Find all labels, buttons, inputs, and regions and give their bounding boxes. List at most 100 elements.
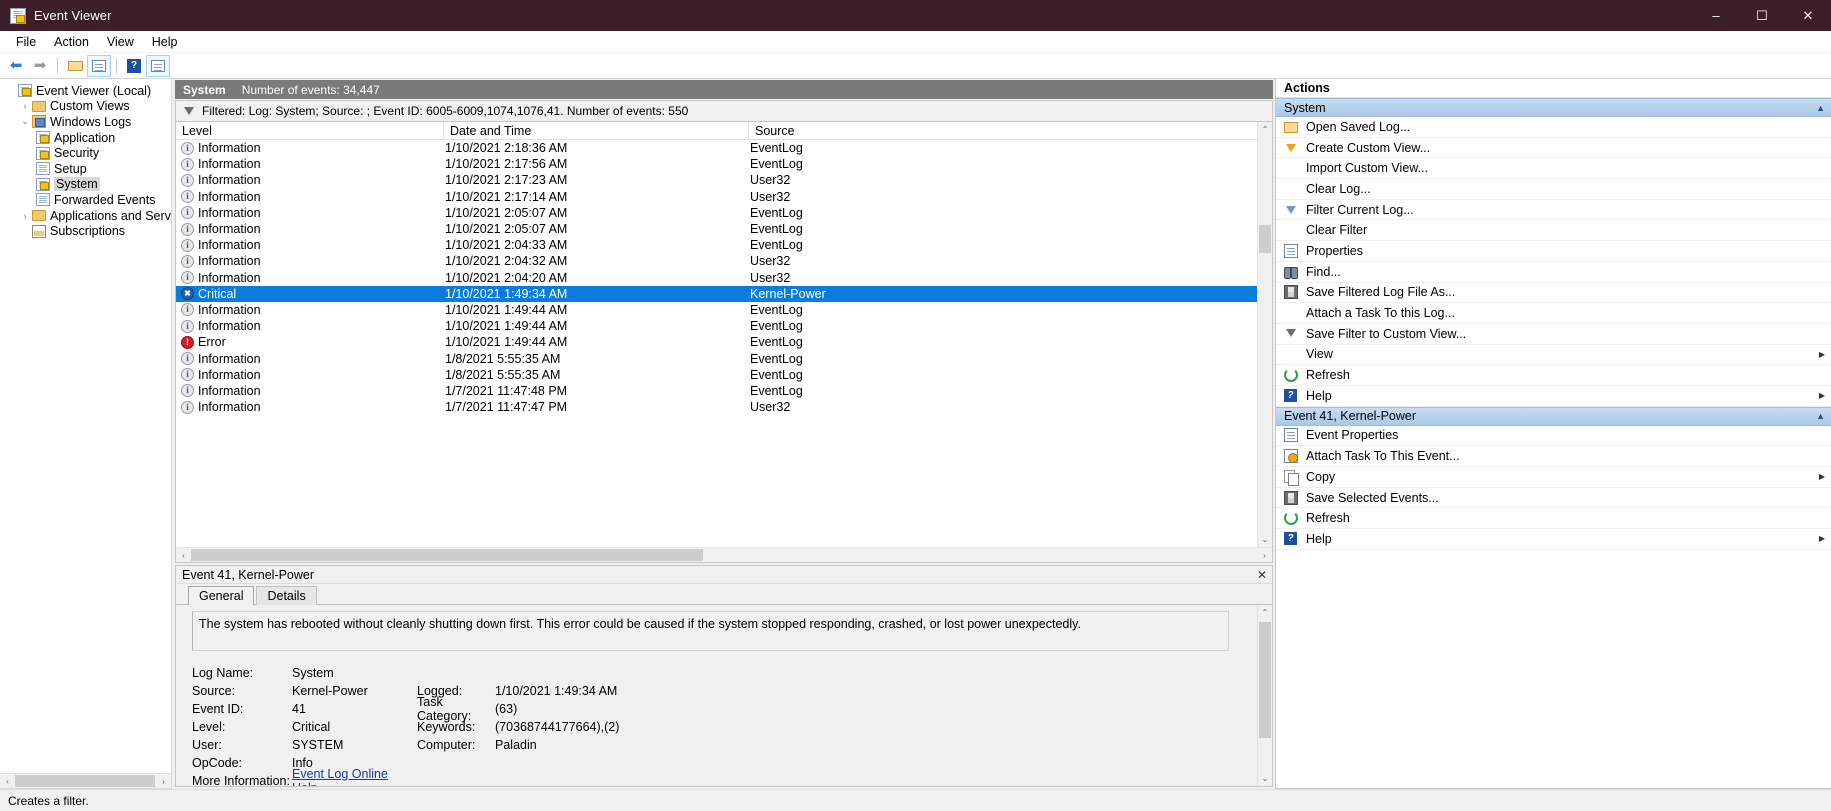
actions-group-system[interactable]: System ▲	[1276, 98, 1831, 117]
table-row[interactable]: i Information 1/7/2021 11:47:47 PM User3…	[176, 399, 1257, 415]
scroll-left-icon[interactable]: ‹	[0, 777, 15, 786]
show-console-tree-icon[interactable]	[87, 54, 111, 77]
column-header-level[interactable]: Level	[176, 122, 444, 139]
action-import-custom-view[interactable]: Import Custom View...	[1276, 158, 1831, 180]
back-icon[interactable]: ⬅	[4, 55, 28, 77]
event-log-online-help-link[interactable]: Event Log Online Help	[292, 767, 417, 786]
scroll-thumb[interactable]	[1259, 622, 1271, 738]
actions-group-event[interactable]: Event 41, Kernel-Power ▲	[1276, 406, 1831, 426]
table-row[interactable]: i Information 1/7/2021 11:47:48 PM Event…	[176, 383, 1257, 399]
collapse-icon[interactable]: ▲	[1816, 103, 1825, 113]
menu-file[interactable]: File	[7, 33, 45, 51]
action-create-custom-view[interactable]: Create Custom View...	[1276, 137, 1831, 159]
action-attach-task-to-this-event[interactable]: Attach Task To This Event...	[1276, 446, 1831, 467]
scroll-up-icon[interactable]: ⌃	[1258, 605, 1272, 620]
table-row[interactable]: i Information 1/10/2021 2:17:56 AM Event…	[176, 156, 1257, 172]
scroll-left-icon[interactable]: ‹	[176, 551, 191, 560]
column-header-source[interactable]: Source	[749, 122, 1257, 139]
table-row[interactable]: i Information 1/10/2021 2:04:32 AM User3…	[176, 253, 1257, 269]
menu-view[interactable]: View	[98, 33, 143, 51]
scroll-thumb[interactable]	[1259, 225, 1271, 253]
table-row[interactable]: i Information 1/10/2021 2:04:20 AM User3…	[176, 270, 1257, 286]
maximize-button[interactable]: ☐	[1739, 0, 1785, 31]
scroll-track[interactable]	[1258, 620, 1272, 771]
action-attach-a-task-to-this-log[interactable]: Attach a Task To this Log...	[1276, 303, 1831, 324]
scroll-track[interactable]	[1258, 137, 1272, 532]
tree-item-forwarded-events[interactable]: Forwarded Events	[0, 192, 171, 208]
action-save-filter-to-custom-view[interactable]: Save Filter to Custom View...	[1276, 323, 1831, 345]
submenu-arrow-icon[interactable]: ▶	[1813, 534, 1831, 543]
help-icon[interactable]: ?	[122, 55, 146, 77]
filter-status-bar[interactable]: Filtered: Log: System; Source: ; Event I…	[175, 100, 1273, 122]
table-row-selected[interactable]: ✖ Critical 1/10/2021 1:49:34 AM Kernel-P…	[176, 285, 1257, 302]
table-row[interactable]: i Information 1/8/2021 5:55:35 AM EventL…	[176, 350, 1257, 366]
tree-horizontal-scrollbar[interactable]: ‹ ›	[0, 773, 171, 788]
action-event-properties[interactable]: Event Properties	[1276, 425, 1831, 447]
table-row[interactable]: i Information 1/10/2021 2:05:07 AM Event…	[176, 221, 1257, 237]
scroll-thumb[interactable]	[191, 549, 703, 561]
scroll-thumb[interactable]	[15, 775, 155, 787]
tree-item-system[interactable]: System	[0, 177, 171, 193]
table-row[interactable]: i Information 1/10/2021 2:05:07 AM Event…	[176, 205, 1257, 221]
tree-item-setup[interactable]: Setup	[0, 161, 171, 177]
action-filter-current-log[interactable]: Filter Current Log...	[1276, 199, 1831, 221]
action-save-selected-events[interactable]: Save Selected Events...	[1276, 487, 1831, 509]
tab-details[interactable]: Details	[256, 586, 317, 605]
table-row[interactable]: i Information 1/10/2021 2:17:14 AM User3…	[176, 189, 1257, 205]
scroll-up-icon[interactable]: ⌃	[1258, 122, 1272, 137]
scroll-right-icon[interactable]: ›	[1257, 551, 1272, 560]
close-button[interactable]: ✕	[1785, 0, 1831, 31]
event-list-vertical-scrollbar[interactable]: ⌃ ⌄	[1257, 122, 1272, 547]
table-row[interactable]: i Information 1/10/2021 2:17:23 AM User3…	[176, 172, 1257, 188]
minimize-button[interactable]: –	[1693, 0, 1739, 31]
table-row[interactable]: i Information 1/10/2021 1:49:44 AM Event…	[176, 318, 1257, 334]
submenu-arrow-icon[interactable]: ▶	[1813, 472, 1831, 481]
tree-item-event-viewer-local[interactable]: Event Viewer (Local)	[0, 83, 171, 99]
chevron-right-icon[interactable]: ›	[18, 101, 32, 111]
action-open-saved-log[interactable]: Open Saved Log...	[1276, 117, 1831, 138]
action-refresh[interactable]: Refresh	[1276, 365, 1831, 386]
menu-action[interactable]: Action	[45, 33, 98, 51]
action-view[interactable]: View ▶	[1276, 344, 1831, 366]
close-icon[interactable]: ✕	[1252, 568, 1272, 582]
action-refresh-event[interactable]: Refresh	[1276, 508, 1831, 530]
tree-item-security[interactable]: Security	[0, 145, 171, 161]
open-folder-icon[interactable]	[63, 55, 87, 77]
table-row[interactable]: i Information 1/10/2021 1:49:44 AM Event…	[176, 302, 1257, 318]
action-find[interactable]: Find...	[1276, 261, 1831, 283]
field-label: OpCode:	[192, 756, 243, 770]
chevron-right-icon[interactable]: ›	[18, 211, 32, 221]
column-header-date-and-time[interactable]: Date and Time	[444, 122, 749, 139]
scroll-right-icon[interactable]: ›	[156, 777, 171, 786]
cell-source: User32	[750, 254, 791, 269]
event-detail-vertical-scrollbar[interactable]: ⌃ ⌄	[1257, 605, 1272, 786]
action-copy[interactable]: Copy ▶	[1276, 467, 1831, 488]
chevron-down-icon[interactable]: ⌄	[18, 116, 32, 127]
action-save-filtered-log-file-as[interactable]: Save Filtered Log File As...	[1276, 282, 1831, 304]
forward-icon[interactable]: ➡	[28, 55, 52, 77]
action-label: Save Filtered Log File As...	[1306, 285, 1456, 300]
tab-general[interactable]: General	[188, 586, 255, 605]
table-row[interactable]: i Information 1/10/2021 2:04:33 AM Event…	[176, 237, 1257, 253]
tree-item-subscriptions[interactable]: Subscriptions	[0, 223, 171, 239]
table-row[interactable]: i Information 1/10/2021 2:18:36 AM Event…	[176, 140, 1257, 156]
tree-item-application[interactable]: Application	[0, 130, 171, 146]
action-properties[interactable]: Properties	[1276, 241, 1831, 262]
submenu-arrow-icon[interactable]: ▶	[1813, 350, 1831, 359]
table-row[interactable]: ! Error 1/10/2021 1:49:44 AM EventLog	[176, 334, 1257, 350]
table-row[interactable]: i Information 1/8/2021 5:55:35 AM EventL…	[176, 367, 1257, 383]
action-clear-filter[interactable]: Clear Filter	[1276, 220, 1831, 242]
collapse-icon[interactable]: ▲	[1816, 411, 1825, 421]
tree-item-custom-views[interactable]: › Custom Views	[0, 99, 171, 115]
event-list-horizontal-scrollbar[interactable]: ‹ ›	[176, 547, 1272, 562]
show-action-pane-icon[interactable]	[146, 54, 170, 77]
action-help-event[interactable]: ? Help ▶	[1276, 529, 1831, 550]
tree-item-applications-and-services-logs[interactable]: › Applications and Services Lo	[0, 208, 172, 224]
action-clear-log[interactable]: Clear Log...	[1276, 179, 1831, 200]
scroll-down-icon[interactable]: ⌄	[1258, 532, 1272, 547]
menu-help[interactable]: Help	[143, 33, 187, 51]
action-help[interactable]: ? Help ▶	[1276, 385, 1831, 407]
tree-item-windows-logs[interactable]: ⌄ Windows Logs	[0, 114, 171, 130]
submenu-arrow-icon[interactable]: ▶	[1813, 391, 1831, 400]
scroll-down-icon[interactable]: ⌄	[1258, 771, 1272, 786]
